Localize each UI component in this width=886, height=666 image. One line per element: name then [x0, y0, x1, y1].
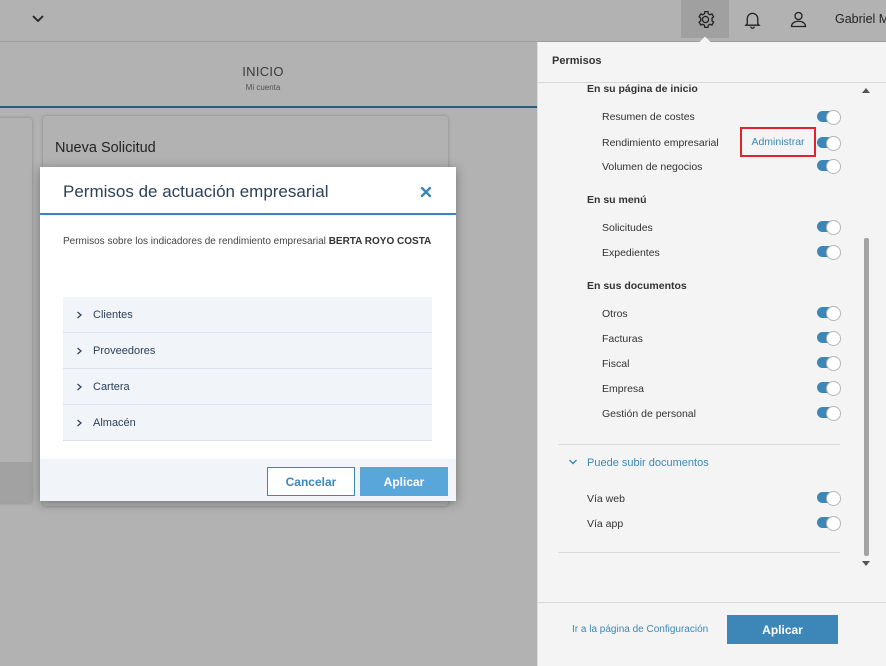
accordion-label: Proveedores	[93, 345, 156, 357]
accordion-label: Cartera	[93, 381, 130, 393]
modal-description: Permisos sobre los indicadores de rendim…	[63, 233, 433, 251]
section-title-documents: En sus documentos	[587, 280, 687, 292]
cancel-button[interactable]: Cancelar	[267, 467, 355, 496]
permission-label-tax: Fiscal	[602, 358, 630, 370]
chevron-right-icon	[77, 311, 82, 319]
panel-title: Permisos	[552, 55, 602, 67]
toggle-volume[interactable]	[817, 159, 841, 174]
permission-label-app: Vía app	[587, 518, 624, 530]
toggle-company[interactable]	[817, 381, 841, 396]
toggle-tax[interactable]	[817, 356, 841, 371]
permission-label-files: Expedientes	[602, 247, 660, 259]
accordion-item-clientes[interactable]: Clientes	[63, 297, 432, 333]
modal-header-divider	[40, 213, 456, 215]
category-accordion: Clientes Proveedores Cartera Almacén	[63, 297, 432, 441]
modal-description-name: BERTA ROYO COSTA	[328, 236, 432, 247]
accordion-label: Clientes	[93, 309, 133, 321]
toggle-requests[interactable]	[817, 220, 841, 235]
scroll-down-icon[interactable]	[862, 561, 870, 567]
section-title-home: En su página de inicio	[587, 83, 698, 95]
modal-title: Permisos de actuación empresarial	[63, 182, 329, 201]
toggle-costs[interactable]	[817, 110, 841, 125]
section-title-menu: En su menú	[587, 194, 647, 206]
chevron-right-icon	[77, 347, 82, 355]
chevron-down-icon[interactable]	[568, 457, 578, 467]
permissions-modal: Permisos de actuación empresarial Permis…	[40, 167, 456, 501]
permission-label-requests: Solicitudes	[602, 222, 653, 234]
modal-description-text: Permisos sobre los indicadores de rendim…	[63, 236, 326, 247]
accordion-label: Almacén	[93, 417, 136, 429]
config-page-link[interactable]: Ir a la página de Configuración	[572, 624, 708, 635]
accordion-item-almacen[interactable]: Almacén	[63, 405, 432, 441]
permissions-panel: Permisos En su página de inicio Resumen …	[537, 42, 886, 666]
permission-label-invoices: Facturas	[602, 333, 643, 345]
section-divider	[558, 552, 840, 553]
section-divider	[558, 444, 840, 445]
panel-footer: Ir a la página de Configuración Aplicar	[538, 602, 886, 666]
permission-label-other: Otros	[602, 308, 628, 320]
scroll-up-icon[interactable]	[862, 87, 870, 93]
permission-label-company: Empresa	[602, 383, 645, 395]
panel-scrollbar[interactable]	[860, 83, 872, 571]
permission-label-web: Vía web	[587, 493, 625, 505]
administrar-link[interactable]: Administrar	[740, 127, 816, 157]
permission-label-hr: Gestión de personal	[602, 408, 696, 420]
close-icon[interactable]	[420, 186, 432, 198]
permission-label-performance: Rendimiento empresarial	[602, 137, 719, 149]
toggle-invoices[interactable]	[817, 331, 841, 346]
toggle-other[interactable]	[817, 306, 841, 321]
toggle-performance[interactable]	[817, 136, 841, 151]
panel-apply-button[interactable]: Aplicar	[727, 615, 838, 644]
toggle-app[interactable]	[817, 516, 841, 531]
accordion-item-proveedores[interactable]: Proveedores	[63, 333, 432, 369]
permission-label-volume: Volumen de negocios	[602, 161, 703, 173]
chevron-right-icon	[77, 419, 82, 427]
chevron-right-icon	[77, 383, 82, 391]
permission-label-costs: Resumen de costes	[602, 111, 695, 123]
modal-footer: Cancelar Aplicar	[40, 459, 456, 501]
scrollbar-thumb[interactable]	[864, 238, 869, 556]
toggle-web[interactable]	[817, 491, 841, 506]
upload-section-title[interactable]: Puede subir documentos	[587, 457, 709, 469]
accordion-item-cartera[interactable]: Cartera	[63, 369, 432, 405]
apply-button[interactable]: Aplicar	[360, 467, 448, 496]
toggle-hr[interactable]	[817, 406, 841, 421]
toggle-files[interactable]	[817, 245, 841, 260]
